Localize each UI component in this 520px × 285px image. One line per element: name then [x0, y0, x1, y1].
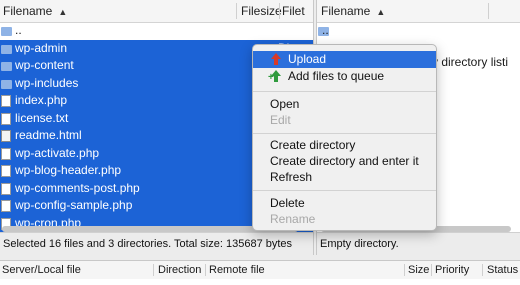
file-icon [1, 165, 11, 177]
column-separator[interactable] [488, 3, 489, 19]
file-icon [1, 147, 11, 160]
local-filesize-header-label: Filesize [241, 4, 282, 18]
menu-item-label: Add files to queue [288, 69, 385, 83]
menu-item-create-directory[interactable]: Create directory [253, 137, 436, 154]
column-separator[interactable] [153, 264, 154, 276]
file-name: wp-includes [15, 75, 79, 90]
menu-item-label: Delete [270, 196, 305, 210]
column-separator[interactable] [236, 3, 237, 19]
local-header-row: Filename ▲ Filesize Filet [0, 0, 313, 23]
menu-item-upload[interactable]: Upload [253, 51, 436, 68]
column-separator[interactable] [279, 3, 280, 19]
menu-item-label: Create directory and enter it [270, 154, 419, 168]
file-name: wp-comments-post.php [15, 180, 140, 195]
list-item[interactable]: .. [317, 22, 520, 40]
local-status-text: Selected 16 files and 3 directories. Tot… [3, 238, 293, 250]
local-filesize-column-header[interactable]: Filesize [241, 0, 282, 22]
queue-priority-header[interactable]: Priority [435, 261, 469, 279]
upload-arrow-icon [270, 53, 283, 66]
column-separator[interactable] [431, 264, 432, 276]
file-name: license.txt [15, 110, 69, 125]
column-separator[interactable] [482, 264, 483, 276]
queue-remote-file-header[interactable]: Remote file [209, 261, 265, 279]
local-filetype-column-header[interactable]: Filet [282, 0, 312, 22]
folder-icon [1, 27, 12, 36]
file-name: .. [15, 23, 22, 37]
menu-item-open[interactable]: Open [253, 96, 436, 113]
file-name: wp-config-sample.php [15, 198, 133, 212]
menu-item-refresh[interactable]: Refresh [253, 169, 436, 186]
menu-item-rename: Rename [253, 211, 436, 228]
file-name: readme.html [15, 128, 82, 142]
remote-status-bar: Empty directory. [317, 232, 520, 255]
transfer-queue-header: Server/Local file Direction Remote file … [0, 260, 520, 280]
file-name: wp-activate.php [15, 145, 100, 160]
file-name: .. [322, 23, 329, 37]
local-filetype-header-label: Filet [282, 4, 305, 18]
remote-header-row: Filename ▲ [317, 0, 520, 23]
add-to-queue-icon: + [268, 70, 283, 83]
menu-item-delete[interactable]: Delete [253, 195, 436, 212]
file-name: index.php [15, 93, 68, 107]
context-menu: Upload + Add files to queue Open Edit Cr… [252, 44, 437, 231]
menu-separator [253, 190, 436, 191]
menu-item-label: Refresh [270, 170, 313, 184]
folder-icon [1, 79, 12, 89]
folder-icon [1, 62, 12, 71]
remote-filename-column-header[interactable]: Filename ▲ [321, 0, 385, 22]
table-row[interactable]: .. [0, 22, 313, 40]
queue-size-header[interactable]: Size [408, 261, 429, 279]
transfer-queue-list[interactable] [0, 279, 520, 285]
file-name: wp-admin [15, 40, 68, 55]
menu-item-label: Create directory [270, 138, 356, 152]
menu-item-edit: Edit [253, 112, 436, 129]
menu-separator [253, 91, 436, 92]
folder-icon [1, 44, 12, 54]
menu-item-label: Rename [270, 212, 316, 226]
queue-server-local-header[interactable]: Server/Local file [2, 261, 81, 279]
menu-item-label: Edit [270, 113, 291, 127]
local-filename-column-header[interactable]: Filename ▲ [3, 0, 67, 22]
local-status-bar: Selected 16 files and 3 directories. Tot… [0, 232, 313, 255]
sort-ascending-icon: ▲ [58, 7, 68, 17]
column-separator[interactable] [404, 264, 405, 276]
file-icon [1, 200, 11, 212]
sort-ascending-icon: ▲ [376, 7, 386, 17]
file-icon [1, 182, 11, 195]
remote-filename-header-label: Filename [321, 4, 371, 18]
queue-status-header[interactable]: Status [487, 261, 518, 279]
menu-separator [253, 133, 436, 134]
local-filename-header-label: Filename [3, 4, 53, 18]
menu-item-label: Open [270, 97, 300, 111]
file-name: wp-blog-header.php [15, 163, 122, 177]
file-icon [1, 112, 11, 125]
file-icon [1, 130, 11, 142]
remote-status-text: Empty directory. [320, 238, 399, 250]
file-icon [1, 95, 11, 107]
menu-item-add-to-queue[interactable]: + Add files to queue [253, 68, 436, 85]
column-separator[interactable] [205, 264, 206, 276]
file-name: wp-content [15, 58, 74, 72]
queue-direction-header[interactable]: Direction [158, 261, 201, 279]
menu-item-create-directory-and-enter[interactable]: Create directory and enter it [253, 153, 436, 170]
